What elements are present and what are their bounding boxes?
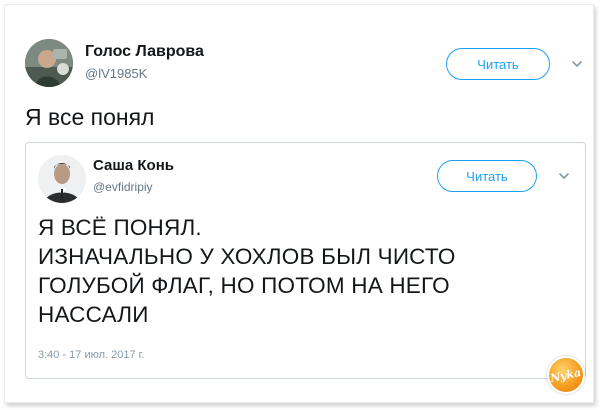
quoted-text-line: НАССАЛИ (38, 302, 149, 327)
quoted-avatar[interactable] (38, 155, 86, 203)
quoted-follow-button[interactable]: Читать (437, 160, 537, 192)
chevron-down-icon[interactable] (557, 169, 571, 183)
watermark-text: Nyka (549, 365, 583, 385)
author-handle[interactable]: @lV1985K (85, 66, 147, 81)
tweet-text: Я все понял (25, 104, 155, 130)
quoted-author-handle[interactable]: @evfidripiy (93, 180, 153, 194)
chevron-down-icon[interactable] (570, 57, 584, 71)
avatar-photo (25, 39, 73, 87)
tweet-frame: Голос Лаврова @lV1985K Читать Я все поня… (4, 4, 594, 403)
quoted-text-line: ИЗНАЧАЛЬНО У ХОХЛОВ БЫЛ ЧИСТО (38, 244, 456, 269)
quoted-avatar-photo (38, 155, 86, 203)
quoted-text-line: ГОЛУБОЙ ФЛАГ, НО ПОТОМ НА НЕГО (38, 273, 450, 298)
quoted-author-name[interactable]: Саша Конь (93, 157, 174, 174)
avatar[interactable] (25, 39, 73, 87)
quoted-tweet-card[interactable]: Саша Конь @evfidripiy Читать Я ВСЁ ПОНЯЛ… (25, 142, 586, 379)
quoted-timestamp[interactable]: 3:40 - 17 июл. 2017 г. (38, 349, 144, 361)
follow-button[interactable]: Читать (446, 48, 550, 80)
quoted-text-line: Я ВСЁ ПОНЯЛ. (38, 215, 202, 240)
watermark-logo: Nyka (547, 356, 585, 394)
quoted-tweet-text: Я ВСЁ ПОНЯЛ. ИЗНАЧАЛЬНО У ХОХЛОВ БЫЛ ЧИС… (38, 213, 568, 329)
author-name[interactable]: Голос Лаврова (85, 43, 204, 61)
